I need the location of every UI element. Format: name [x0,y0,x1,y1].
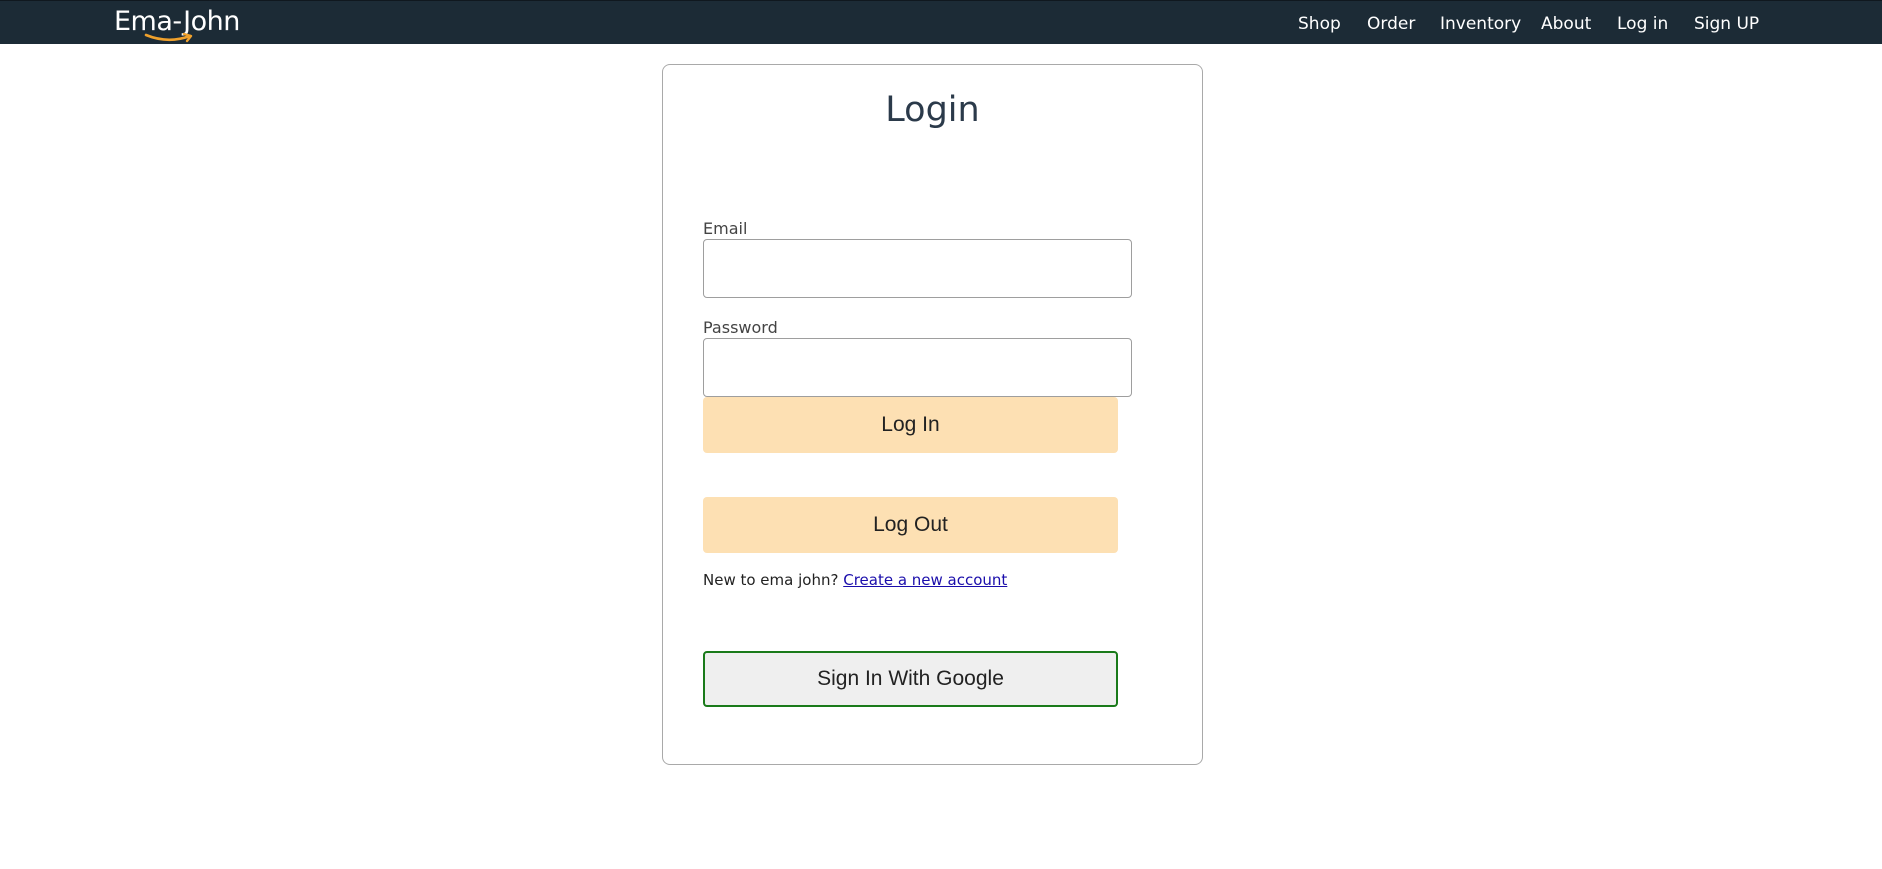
nav-link-login[interactable]: Log in [1617,13,1668,35]
top-navbar: Ema-John Shop Order Inventory About Log … [0,0,1882,44]
email-label: Email [703,219,748,238]
signup-prompt: New to ema john? Create a new account [703,570,1007,590]
login-card: Login Email Password Log In Log Out New … [662,64,1203,765]
password-field[interactable] [703,338,1132,397]
login-button[interactable]: Log In [703,397,1118,453]
brand-logo[interactable]: Ema-John [114,4,254,44]
create-account-link[interactable]: Create a new account [843,571,1007,589]
smile-arrow-icon [144,32,193,43]
nav-link-about[interactable]: About [1541,13,1591,35]
nav-link-shop[interactable]: Shop [1298,13,1341,35]
logout-button[interactable]: Log Out [703,497,1118,553]
new-user-text: New to ema john? [703,571,839,589]
nav-link-inventory[interactable]: Inventory [1440,13,1521,35]
nav-link-order[interactable]: Order [1367,13,1415,35]
password-label: Password [703,318,778,337]
page-title: Login [885,90,980,130]
email-field[interactable] [703,239,1132,298]
google-signin-button[interactable]: Sign In With Google [703,651,1118,707]
nav-link-signup[interactable]: Sign UP [1694,13,1759,35]
